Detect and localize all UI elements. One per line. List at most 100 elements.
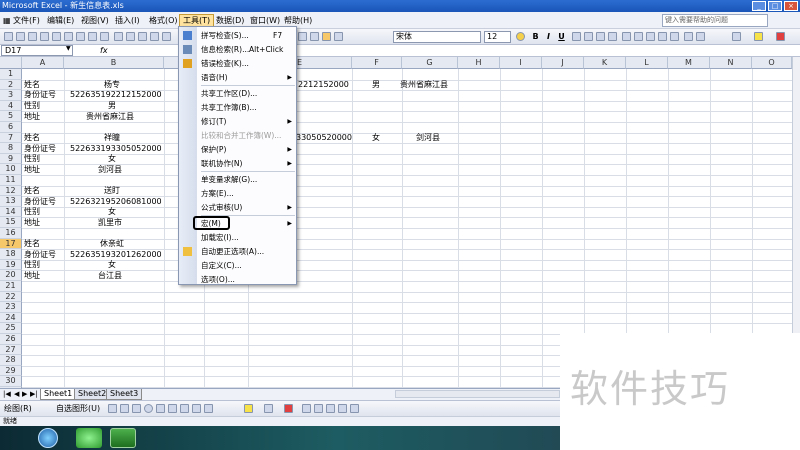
row-header[interactable]: 10 [0, 164, 22, 175]
font-name-select[interactable]: 宋体 [393, 31, 481, 43]
underline-button[interactable]: U [556, 31, 567, 42]
row-header[interactable]: 9 [0, 153, 22, 165]
row-header[interactable]: 5 [0, 111, 22, 122]
sheet-tab-1[interactable]: Sheet1 [40, 389, 77, 400]
menu-item-speech[interactable]: 语音(H) ▶ [179, 71, 296, 84]
arrow-icon[interactable] [120, 404, 129, 413]
merge-center-icon[interactable] [608, 32, 617, 41]
help-icon[interactable] [334, 32, 343, 41]
column-header-l[interactable]: L [626, 57, 668, 69]
cell-a18[interactable]: 身份证号 [24, 250, 56, 260]
column-header-i[interactable]: I [500, 57, 542, 69]
row-header[interactable]: 17 [0, 238, 22, 250]
research-icon[interactable] [100, 32, 109, 41]
smiley-icon[interactable] [516, 32, 525, 41]
browser-task-icon[interactable] [76, 428, 102, 448]
maximize-button[interactable]: □ [768, 1, 782, 11]
menu-item-options[interactable]: 选项(O)... [179, 273, 296, 286]
autoshapes-button[interactable]: 自选图形(U) [56, 403, 100, 415]
copy-icon[interactable] [126, 32, 135, 41]
line-style-icon[interactable] [302, 404, 311, 413]
cell-b2[interactable]: 杨专 [104, 80, 120, 90]
row-header[interactable]: 18 [0, 249, 22, 260]
textbox-icon[interactable] [156, 404, 165, 413]
dash-style-icon[interactable] [314, 404, 323, 413]
oval-icon[interactable] [144, 404, 153, 413]
row-header[interactable]: 24 [0, 312, 22, 324]
row-header[interactable]: 22 [0, 291, 22, 303]
cell-g2[interactable]: 贵州省麻江县 [400, 80, 448, 90]
line-icon[interactable] [108, 404, 117, 413]
row-header[interactable]: 25 [0, 323, 22, 334]
cut-icon[interactable] [114, 32, 123, 41]
column-header-a[interactable]: A [22, 57, 64, 69]
name-box-dropdown-icon[interactable]: ▼ [66, 45, 71, 52]
row-header[interactable]: 26 [0, 334, 22, 345]
row-header[interactable]: 11 [0, 175, 22, 186]
cell-g7[interactable]: 剑河县 [416, 133, 440, 143]
print-preview-icon[interactable] [76, 32, 85, 41]
menu-item-add-ins[interactable]: 加载宏(I)... [179, 231, 296, 244]
cell-b12[interactable]: 送盯 [104, 186, 120, 196]
column-header-o[interactable]: O [752, 57, 792, 69]
column-header-h[interactable]: H [458, 57, 500, 69]
row-header[interactable]: 2 [0, 79, 22, 91]
3d-icon[interactable] [350, 404, 359, 413]
row-header[interactable]: 30 [0, 376, 22, 387]
open-icon[interactable] [16, 32, 25, 41]
column-header-b[interactable]: B [64, 57, 164, 69]
row-header[interactable]: 3 [0, 90, 22, 101]
diagram-icon[interactable] [180, 404, 189, 413]
column-header-k[interactable]: K [584, 57, 626, 69]
cell-b20[interactable]: 台江县 [98, 271, 122, 281]
new-icon[interactable] [4, 32, 13, 41]
row-header[interactable]: 28 [0, 355, 22, 366]
font-color-icon[interactable] [776, 32, 785, 41]
help-search-input[interactable]: 键入需要帮助的问题 [662, 14, 768, 27]
name-box[interactable]: D17 [1, 45, 73, 56]
cell-f7[interactable]: 女 [372, 133, 380, 143]
menu-item-share-workbook[interactable]: 共享工作簿(B)... [179, 101, 296, 114]
spelling-icon[interactable] [88, 32, 97, 41]
cell-a12[interactable]: 姓名 [24, 186, 40, 196]
row-header[interactable]: 27 [0, 344, 22, 356]
row-header[interactable]: 29 [0, 365, 22, 377]
paste-icon[interactable] [138, 32, 147, 41]
cell-a9[interactable]: 性别 [24, 154, 40, 164]
row-header[interactable]: 16 [0, 228, 22, 239]
menu-item-shared-workspace[interactable]: 共享工作区(D)... [179, 87, 296, 100]
cell-a8[interactable]: 身份证号 [24, 144, 56, 154]
column-header-g[interactable]: G [402, 57, 458, 69]
row-header[interactable]: 7 [0, 132, 22, 144]
row-header[interactable]: 19 [0, 259, 22, 271]
chart-wizard-icon[interactable] [298, 32, 307, 41]
cell-a7[interactable]: 姓名 [24, 133, 40, 143]
column-header-m[interactable]: M [668, 57, 710, 69]
comma-icon[interactable] [646, 32, 655, 41]
minimize-button[interactable]: _ [752, 1, 766, 11]
first-sheet-icon[interactable]: |◀ [3, 390, 11, 398]
align-left-icon[interactable] [572, 32, 581, 41]
column-header-n[interactable]: N [710, 57, 752, 69]
cell-b5[interactable]: 贵州省麻江县 [86, 112, 134, 122]
menu-item-track-changes[interactable]: 修订(T) ▶ [179, 115, 296, 128]
excel-task-icon[interactable] [110, 428, 136, 448]
cell-b15[interactable]: 凯里市 [98, 218, 122, 228]
row-header[interactable]: 4 [0, 100, 22, 112]
menu-item-online-collab[interactable]: 联机协作(N) ▶ [179, 157, 296, 170]
sheet-tab-2[interactable]: Sheet2 [74, 389, 111, 400]
cell-a10[interactable]: 地址 [24, 165, 40, 175]
undo-icon[interactable] [162, 32, 171, 41]
font-size-select[interactable]: 12 [484, 31, 511, 43]
align-center-icon[interactable] [584, 32, 593, 41]
cell-b19[interactable]: 女 [108, 260, 116, 270]
start-button[interactable] [38, 428, 58, 448]
menu-item-error-check[interactable]: 错误检查(K)... [179, 57, 296, 70]
cell-a2[interactable]: 姓名 [24, 80, 40, 90]
cell-a14[interactable]: 性别 [24, 207, 40, 217]
last-sheet-icon[interactable]: ▶| [30, 390, 38, 398]
row-header[interactable]: 13 [0, 196, 22, 207]
menu-item-goal-seek[interactable]: 单变量求解(G)... [179, 173, 296, 186]
prev-sheet-icon[interactable]: ◀ [14, 390, 19, 398]
cell-a13[interactable]: 身份证号 [24, 197, 56, 207]
